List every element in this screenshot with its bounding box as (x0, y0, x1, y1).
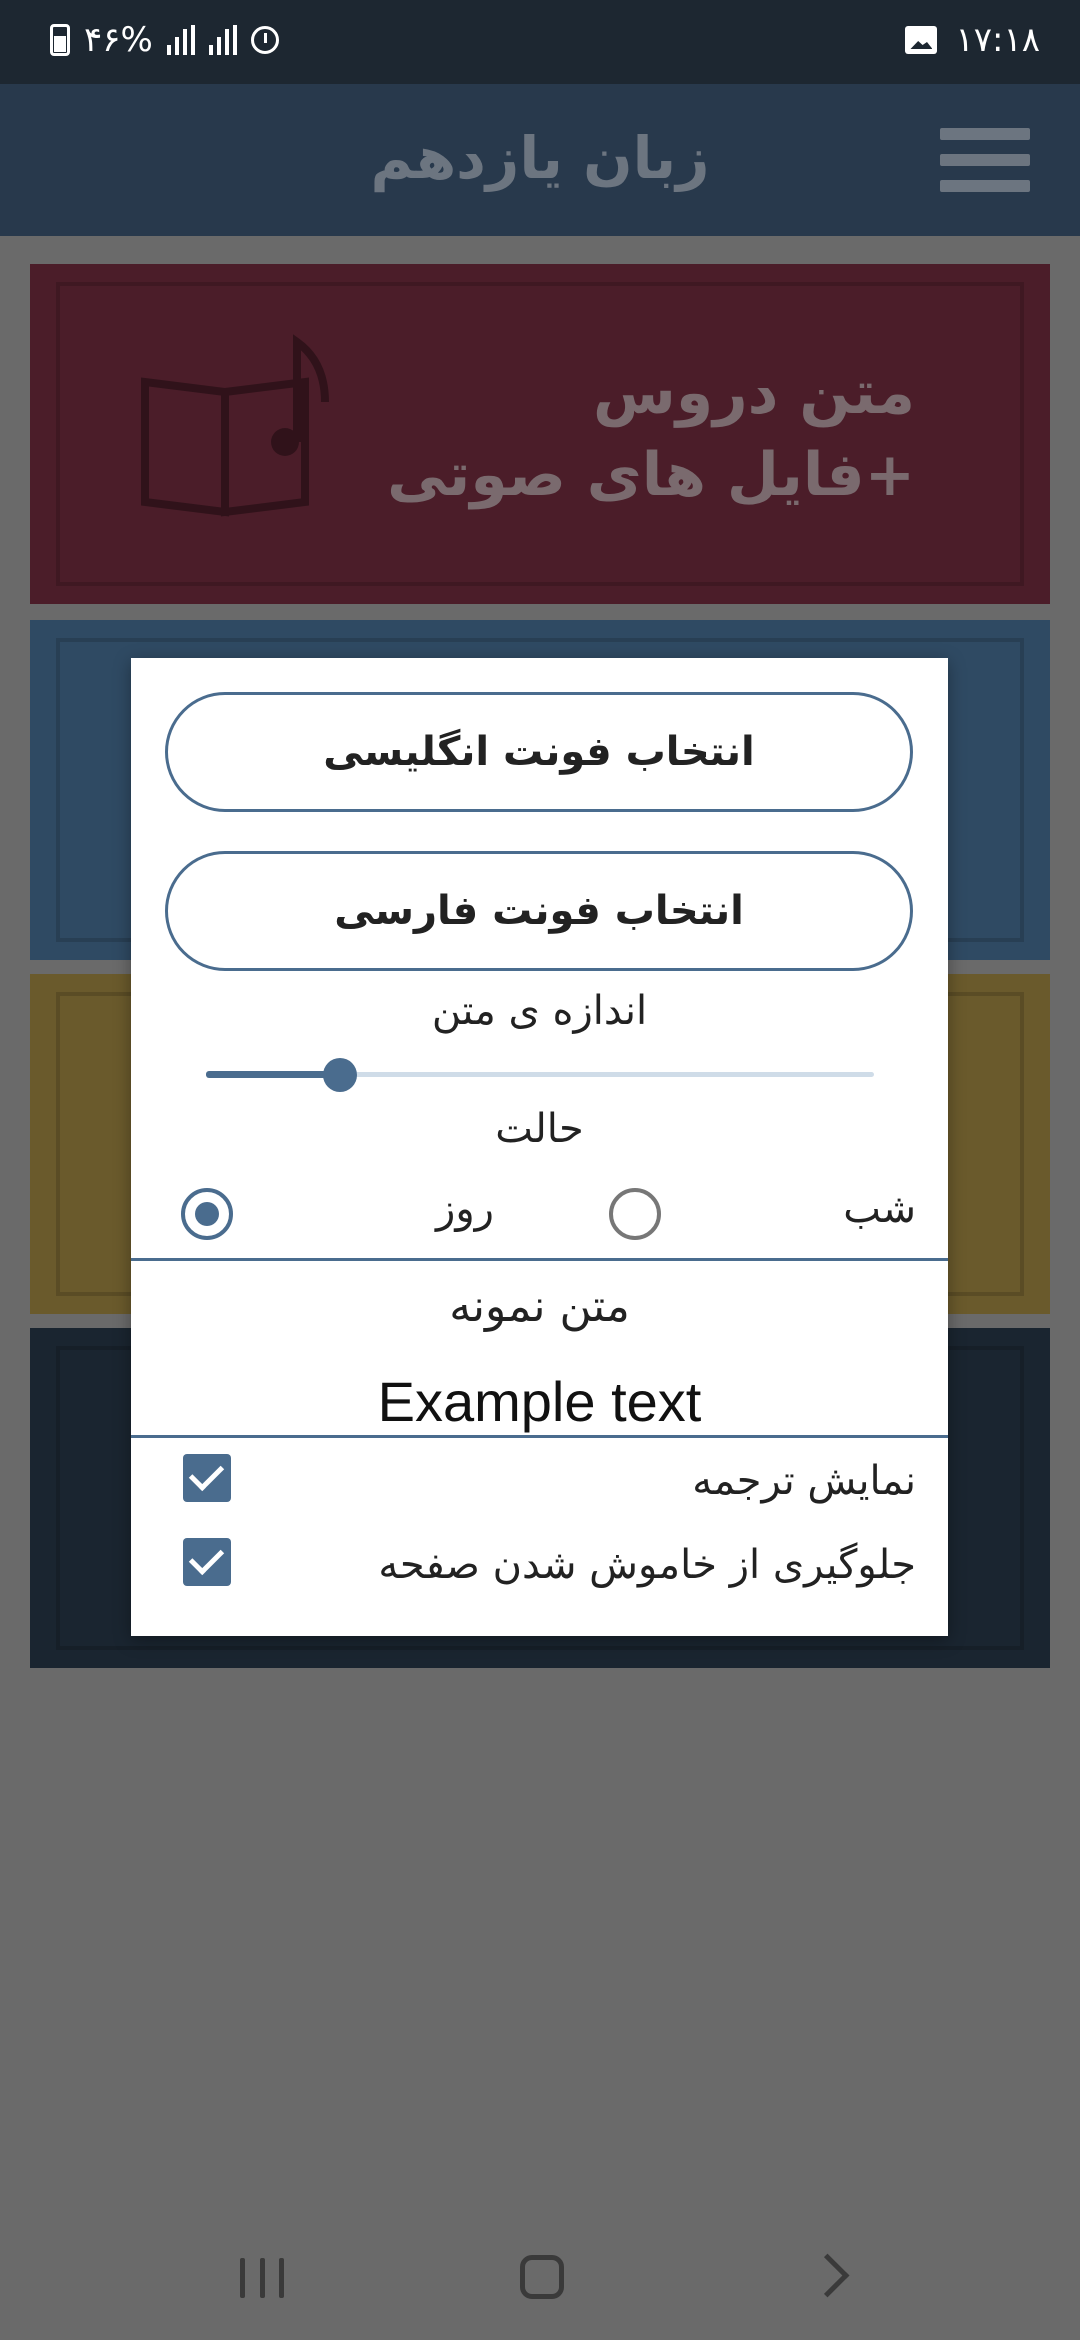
night-mode-label: شب (843, 1186, 916, 1232)
menu-icon[interactable] (940, 128, 1030, 192)
alarm-icon (250, 26, 279, 54)
settings-dialog: انتخاب فونت انگلیسی انتخاب فونت فارسی ان… (131, 658, 948, 1636)
signal-icon (208, 25, 237, 55)
mode-label: حالت (495, 1106, 584, 1152)
sample-english-text: Example text (377, 1370, 702, 1433)
keep-screen-on-label: جلوگیری از خاموش شدن صفحه (378, 1542, 916, 1588)
recent-apps-icon[interactable] (240, 2258, 284, 2298)
slider-fill (206, 1071, 340, 1078)
slider-thumb[interactable] (322, 1058, 357, 1092)
sample-persian-text: متن نمونه (449, 1281, 630, 1332)
show-translation-label: نمایش ترجمه (692, 1458, 916, 1504)
card-title-line1: متن دروس (593, 358, 915, 428)
status-bar: ۴۶% ۱۷:۱۸ (0, 0, 1080, 84)
battery-level: ۴۶% (84, 20, 153, 60)
music-book-icon (141, 334, 329, 517)
navigation-bar (0, 2200, 1080, 2340)
signal-icon (166, 25, 195, 55)
show-translation-row[interactable]: نمایش ترجمه (131, 1454, 948, 1514)
home-icon[interactable] (520, 2255, 564, 2299)
back-icon[interactable] (805, 2253, 850, 2298)
show-translation-checkbox[interactable] (183, 1454, 231, 1502)
night-mode-radio[interactable] (609, 1188, 661, 1240)
day-mode-label: روز (436, 1186, 494, 1232)
sample-text-preview: متن نمونه Example text (131, 1258, 948, 1438)
battery-icon (50, 24, 70, 56)
keep-screen-on-row[interactable]: جلوگیری از خاموش شدن صفحه (131, 1538, 948, 1598)
day-mode-radio[interactable] (181, 1188, 233, 1240)
text-size-label: اندازه ی متن (431, 988, 648, 1034)
persian-font-button[interactable]: انتخاب فونت فارسی (165, 851, 913, 971)
english-font-button[interactable]: انتخاب فونت انگلیسی (165, 692, 913, 812)
app-title: زبان یازدهم (370, 124, 710, 192)
card-title-line2: +فایل های صوتی (387, 440, 915, 510)
lessons-card[interactable]: متن دروس +فایل های صوتی (30, 264, 1050, 604)
app-bar: زبان یازدهم (0, 84, 1080, 236)
clock: ۱۷:۱۸ (955, 20, 1040, 60)
gallery-notification-icon (905, 26, 938, 54)
keep-screen-on-checkbox[interactable] (183, 1538, 231, 1586)
